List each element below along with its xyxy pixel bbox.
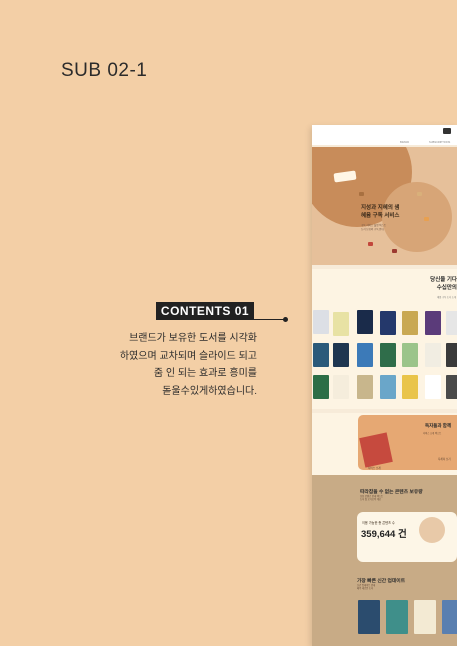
book-cover[interactable] — [446, 375, 457, 399]
book-cover[interactable] — [446, 311, 457, 335]
contents-description: 브랜드가 보유한 도서를 시각화 하였으며 교차되며 슬라이드 되고 줌 인 되… — [97, 330, 257, 400]
red-book-icon — [359, 432, 393, 468]
book-cover[interactable] — [425, 343, 441, 367]
content-count-value: 359,644 건 — [361, 529, 407, 540]
mock-reader-section: 독자들과 함께 서비스 소개 텍스트 자세히 보기 서비스 소개 — [312, 413, 457, 475]
books-text: 혜윰 구독 도서 소개 — [437, 297, 456, 299]
mock-content-count-section: 따라잡을 수 없는 콘텐츠 보유량 보유 콘텐츠 안내 텍스트 도서 및 오디오… — [312, 475, 457, 570]
hero-title-line: 혜윰 구독 서비스 — [361, 212, 400, 219]
books-title: 당신을 기다 수십만의 — [430, 277, 457, 292]
book-cover[interactable] — [380, 311, 396, 335]
connector-dot — [283, 317, 288, 322]
books-title-line: 수십만의 — [436, 284, 457, 291]
book-cover[interactable] — [357, 343, 373, 367]
book-cover[interactable] — [402, 343, 418, 367]
hero-title-line: 지성과 지혜의 샘 — [361, 205, 400, 211]
book-cover[interactable] — [442, 600, 457, 634]
book-cover[interactable] — [446, 343, 457, 367]
book-cover[interactable] — [333, 312, 349, 336]
description-line: 줌 인 되는 효과로 흥미를 — [153, 368, 257, 379]
book-cover[interactable] — [402, 375, 418, 399]
website-mockup: BRAND SUBSCRIPTIONS 지성과 지혜의 샘 혜윰 구독 서비스 … — [312, 125, 457, 646]
reader-more-button[interactable]: 자세히 보기 — [438, 457, 451, 461]
reader-text: 서비스 소개 텍스트 — [423, 433, 442, 435]
mock-header: BRAND SUBSCRIPTIONS — [312, 125, 457, 145]
update-title: 가장 빠른 신간 업데이트 — [357, 579, 406, 584]
book-cover[interactable] — [402, 311, 418, 335]
update-text: 신간 업데이트 안내 매주 새로운 도서 — [357, 585, 375, 592]
hero-text: 구독 서비스 설명 텍스트 도서 보유와 구독 안내 — [361, 224, 386, 231]
hero-title: 지성과 지혜의 샘 혜윰 구독 서비스 — [361, 205, 399, 220]
book-cover[interactable] — [333, 343, 349, 367]
description-line: 하였으며 교차되며 슬라이드 되고 — [119, 350, 257, 362]
reader-caption: 서비스 소개 — [368, 467, 381, 470]
logo-icon — [443, 128, 451, 134]
content-count-text-line: 도서 및 오디오북 제공 — [360, 499, 381, 502]
mock-books-section: 당신을 기다 수십만의 혜윰 구독 도서 소개 — [312, 269, 457, 409]
book-cover[interactable] — [380, 343, 396, 367]
book-cover[interactable] — [358, 600, 380, 634]
page-title: SUB 02-1 — [61, 60, 148, 81]
headphones-icon — [419, 517, 445, 543]
connector-line — [254, 319, 285, 320]
mock-hero: 지성과 지혜의 샘 혜윰 구독 서비스 구독 서비스 설명 텍스트 도서 보유와… — [312, 147, 457, 265]
content-count-text: 보유 콘텐츠 안내 텍스트 도서 및 오디오북 제공 — [360, 496, 383, 503]
book-cover[interactable] — [425, 375, 441, 399]
content-count-title: 따라잡을 수 없는 콘텐츠 보유량 — [360, 490, 423, 495]
books-title-line: 당신을 기다 — [430, 277, 457, 283]
book-cover[interactable] — [313, 343, 329, 367]
book-cover[interactable] — [380, 375, 396, 399]
reader-title: 독자들과 함께 — [425, 423, 452, 428]
mini-book-icon — [368, 242, 373, 246]
hero-text-line: 구독 서비스 설명 텍스트 — [361, 224, 387, 227]
mini-book-icon — [359, 192, 364, 196]
book-cover[interactable] — [425, 311, 441, 335]
content-count-label: 이용 가능한 총 콘텐츠 수 — [362, 521, 395, 525]
hero-text-line: 도서 보유와 구독 안내 — [361, 227, 384, 231]
contents-badge: CONTENTS 01 — [156, 302, 254, 320]
description-line: 돋울수있게하였습니다. — [162, 385, 257, 397]
description-line: 브랜드가 보유한 도서를 시각화 — [129, 333, 257, 344]
book-cover[interactable] — [357, 310, 373, 334]
mini-book-icon — [424, 217, 429, 221]
mock-update-section: 가장 빠른 신간 업데이트 신간 업데이트 안내 매주 새로운 도서 — [312, 570, 457, 646]
book-cover[interactable] — [386, 600, 408, 634]
book-cover[interactable] — [357, 375, 373, 399]
book-cover[interactable] — [313, 310, 329, 334]
book-cover[interactable] — [333, 375, 349, 399]
mock-nav-subscriptions[interactable]: SUBSCRIPTIONS — [429, 141, 450, 144]
mini-book-icon — [417, 192, 422, 196]
mock-nav-brand[interactable]: BRAND — [400, 141, 409, 144]
mini-book-icon — [392, 249, 397, 253]
book-cover[interactable] — [414, 600, 436, 634]
update-text-line: 매주 새로운 도서 — [357, 588, 374, 591]
book-cover[interactable] — [313, 375, 329, 399]
